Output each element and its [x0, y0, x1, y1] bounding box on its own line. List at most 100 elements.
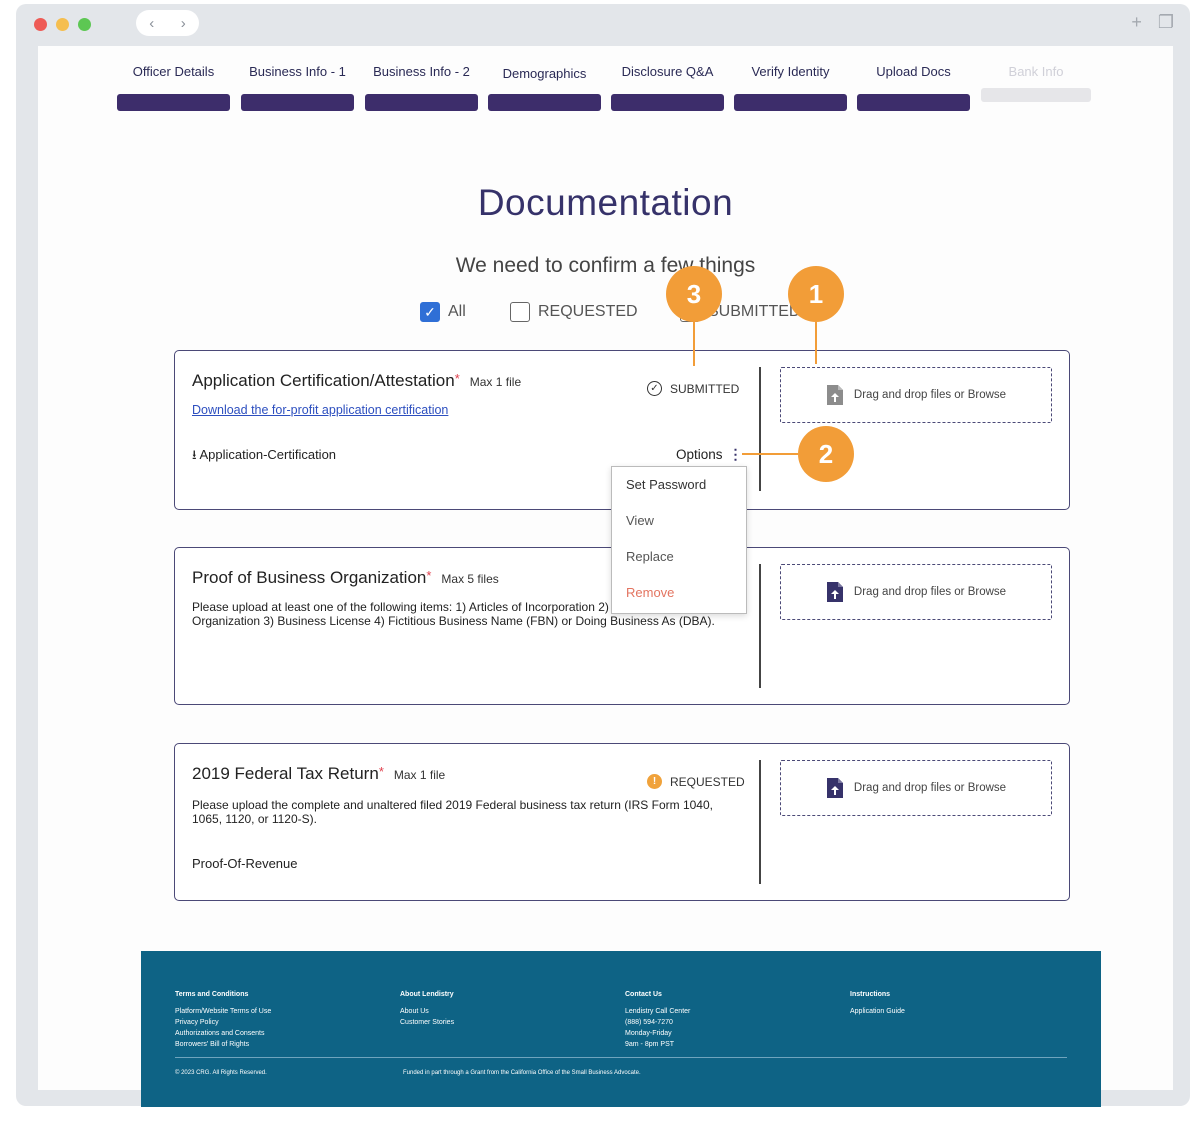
- menu-item-set-password[interactable]: Set Password: [612, 467, 746, 503]
- card-title: Application Certification/Attestation* Ma…: [192, 371, 521, 391]
- step-label: Business Info - 1: [249, 64, 346, 79]
- step-demographics[interactable]: Demographics: [488, 66, 601, 111]
- status-badge: ! REQUESTED: [647, 774, 745, 789]
- required-mark: *: [426, 568, 432, 583]
- max-files: Max 5 files: [441, 572, 499, 586]
- options-label: Options: [676, 447, 723, 462]
- callout-1: 1: [788, 266, 844, 322]
- step-progress-bar: [611, 94, 724, 111]
- footer-about-column: About Lendistry About Us Customer Storie…: [400, 989, 454, 1028]
- window-controls: + ❐: [1131, 12, 1174, 33]
- footer-text: Monday-Friday: [625, 1030, 672, 1037]
- step-label: Bank Info: [1008, 64, 1064, 79]
- footer-copyright: © 2023 CRG. All Rights Reserved.: [175, 1070, 267, 1076]
- dropzone-text: Drag and drop files or Browse: [853, 586, 1007, 598]
- options-dropdown-menu: Set Password View Replace Remove: [611, 466, 747, 614]
- step-verify-identity[interactable]: Verify Identity: [734, 64, 847, 111]
- callout-2: 2: [798, 426, 854, 482]
- filter-requested[interactable]: REQUESTED: [510, 302, 638, 322]
- menu-item-replace[interactable]: Replace: [612, 539, 746, 575]
- footer-link[interactable]: Platform/Website Terms of Use: [175, 1006, 271, 1017]
- required-mark: *: [454, 371, 460, 386]
- upload-file-icon: [826, 582, 843, 602]
- step-label: Business Info - 2: [373, 64, 470, 79]
- footer-phone-link[interactable]: (888) 594-7270: [625, 1017, 690, 1028]
- checkbox-checked-icon[interactable]: ✓: [420, 302, 440, 322]
- file-dropzone[interactable]: Drag and drop files or Browse: [780, 367, 1052, 423]
- callout-1-arrow: [815, 322, 817, 364]
- step-disclosure-qa[interactable]: Disclosure Q&A: [611, 64, 724, 111]
- menu-item-view[interactable]: View: [612, 503, 746, 539]
- download-certification-link[interactable]: Download the for-profit application cert…: [192, 403, 448, 417]
- footer-text: 9am - 8pm PST: [625, 1041, 675, 1048]
- status-text: REQUESTED: [670, 774, 745, 789]
- footer-heading: About Lendistry: [400, 991, 454, 998]
- filter-label: REQUESTED: [538, 303, 638, 320]
- footer-text: Lendistry Call Center: [625, 1008, 691, 1015]
- step-progress-bar: [734, 94, 847, 111]
- required-mark: *: [378, 764, 384, 779]
- back-icon[interactable]: ‹: [143, 15, 160, 32]
- checkbox-icon[interactable]: [510, 302, 530, 322]
- status-badge: ✓ SUBMITTED: [647, 381, 739, 396]
- filter-all[interactable]: ✓ All: [420, 302, 466, 322]
- step-progress-bar: [981, 88, 1091, 102]
- filter-label: SUBMITTED: [708, 303, 801, 320]
- step-officer-details[interactable]: Officer Details: [117, 64, 230, 111]
- card-title-text: 2019 Federal Tax Return: [192, 764, 379, 783]
- uploaded-file[interactable]: ⭳ Application-Certification: [192, 446, 336, 468]
- browser-window: ‹ › + ❐ Officer Details Business Info - …: [16, 4, 1190, 1107]
- step-label: Demographics: [502, 66, 587, 81]
- file-name: Application-Certification: [199, 447, 337, 462]
- footer-heading: Terms and Conditions: [175, 991, 249, 998]
- step-bank-info: Bank Info: [981, 64, 1091, 102]
- step-business-info-1[interactable]: Business Info - 1: [241, 64, 354, 111]
- card-title-text: Proof of Business Organization: [192, 568, 427, 587]
- menu-item-remove[interactable]: Remove: [612, 575, 746, 611]
- callout-3: 3: [666, 266, 722, 322]
- new-tab-icon[interactable]: +: [1131, 12, 1142, 33]
- upload-file-icon: [826, 778, 843, 798]
- callout-3-arrow: [693, 322, 695, 366]
- kebab-menu-icon[interactable]: ⋮: [729, 446, 743, 463]
- file-type-label: Proof-Of-Revenue: [192, 856, 298, 871]
- alert-icon: !: [647, 774, 662, 789]
- step-progress-bar: [241, 94, 354, 111]
- footer-link[interactable]: Privacy Policy: [175, 1017, 271, 1028]
- card-title: 2019 Federal Tax Return* Max 1 file: [192, 764, 445, 784]
- document-card-federal-tax-return: 2019 Federal Tax Return* Max 1 file ! REQ…: [174, 743, 1070, 901]
- file-dropzone[interactable]: Drag and drop files or Browse: [780, 564, 1052, 620]
- forward-icon[interactable]: ›: [175, 15, 192, 32]
- card-divider: [759, 564, 761, 688]
- step-progress-bar: [117, 94, 230, 111]
- dropzone-text: Drag and drop files or Browse: [853, 782, 1007, 794]
- step-business-info-2[interactable]: Business Info - 2: [365, 64, 478, 111]
- max-files: Max 1 file: [393, 768, 446, 782]
- step-label: Disclosure Q&A: [621, 64, 714, 79]
- step-progress-bar: [488, 94, 601, 111]
- footer-heading: Instructions: [850, 991, 891, 998]
- file-dropzone[interactable]: Drag and drop files or Browse: [780, 760, 1052, 816]
- footer-link[interactable]: About Us: [400, 1006, 454, 1017]
- window-tabs-icon[interactable]: ❐: [1158, 12, 1174, 33]
- footer-link[interactable]: Customer Stories: [400, 1017, 454, 1028]
- filter-label: All: [448, 303, 466, 320]
- footer-link[interactable]: Application Guide: [850, 1006, 905, 1017]
- nav-buttons: ‹ ›: [136, 10, 199, 36]
- page-subtitle: We need to confirm a few things: [455, 254, 756, 277]
- download-icon[interactable]: ⭳: [192, 447, 197, 462]
- maximize-window-button[interactable]: [78, 18, 91, 31]
- close-window-button[interactable]: [34, 18, 47, 31]
- options-button[interactable]: Options ⋮: [676, 446, 743, 463]
- card-title: Proof of Business Organization* Max 5 fil…: [192, 568, 499, 588]
- card-divider: [759, 367, 761, 491]
- step-upload-docs[interactable]: Upload Docs: [857, 64, 970, 111]
- footer-terms-column: Terms and Conditions Platform/Website Te…: [175, 989, 271, 1050]
- footer-link[interactable]: Borrowers' Bill of Rights: [175, 1039, 271, 1050]
- upload-file-icon: [826, 385, 843, 405]
- minimize-window-button[interactable]: [56, 18, 69, 31]
- status-text: SUBMITTED: [670, 381, 740, 396]
- footer-link[interactable]: Authorizations and Consents: [175, 1028, 271, 1039]
- title-bar: ‹ › + ❐: [16, 4, 1190, 44]
- dropzone-text: Drag and drop files or Browse: [853, 389, 1007, 401]
